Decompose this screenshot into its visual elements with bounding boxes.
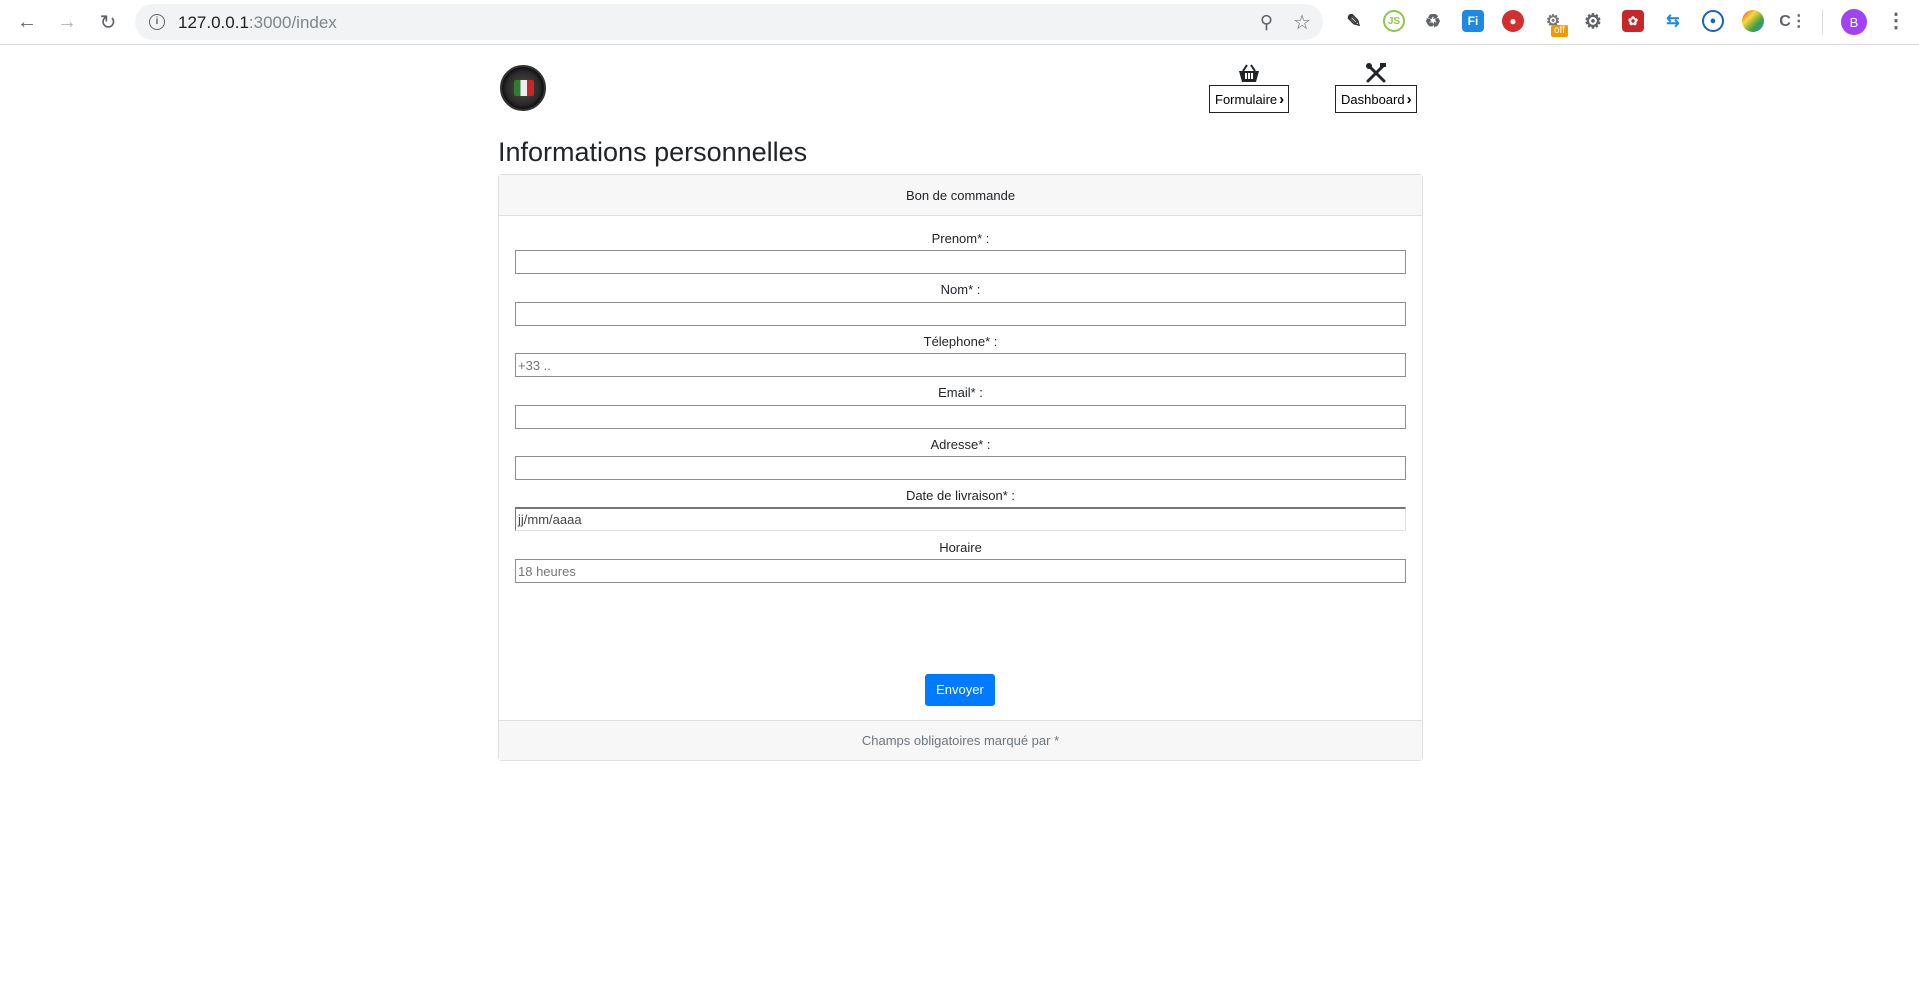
chevron-right-icon: › <box>1279 90 1285 108</box>
card-body: Prenom* : Nom* : Télephone* : Email* : A… <box>499 216 1422 720</box>
address-bar[interactable]: i 127.0.0.1:3000/index ⚲ ☆ <box>135 4 1323 40</box>
translate-icon[interactable]: ⇆ <box>1662 10 1684 32</box>
url-host: 127.0.0.1 <box>178 13 249 32</box>
card-header: Bon de commande <box>499 175 1422 216</box>
gear-icon[interactable]: ⚙ <box>1582 10 1604 33</box>
adresse-label: Adresse* : <box>930 437 991 452</box>
url-text: 127.0.0.1:3000/index <box>178 13 337 33</box>
telephone-input[interactable] <box>515 353 1406 377</box>
telephone-label: Télephone* : <box>923 334 998 349</box>
email-input[interactable] <box>515 405 1406 429</box>
profile-avatar[interactable]: B <box>1841 9 1867 35</box>
recycle-icon[interactable]: ♻ <box>1422 10 1444 32</box>
reload-icon[interactable]: ↻ <box>95 9 121 35</box>
red-puzzle-icon[interactable]: ✿ <box>1622 10 1644 32</box>
bookmark-star-icon[interactable]: ☆ <box>1293 10 1311 35</box>
formulaire-button[interactable]: Formulaire › <box>1209 85 1290 113</box>
nav-dashboard[interactable]: Dashboard › <box>1335 63 1417 113</box>
blue-circle-icon[interactable]: ● <box>1702 10 1724 32</box>
toolbar-separator <box>1822 10 1823 34</box>
formulaire-label: Formulaire <box>1215 91 1278 107</box>
nav-formulaire[interactable]: Formulaire › <box>1209 63 1290 113</box>
pencil-icon[interactable]: ✎ <box>1343 10 1365 32</box>
logo[interactable] <box>500 65 546 111</box>
nom-input[interactable] <box>515 302 1406 326</box>
chevron-right-icon: › <box>1406 90 1412 108</box>
color-picker-icon[interactable] <box>1742 10 1764 32</box>
prenom-label: Prenom* : <box>931 231 990 246</box>
c-icon[interactable]: C⋮ <box>1779 10 1807 32</box>
horaire-input[interactable] <box>515 559 1406 583</box>
browser-toolbar: ← → ↻ i 127.0.0.1:3000/index ⚲ ☆ ✎ JS ♻ … <box>0 0 1919 45</box>
browser-menu-icon[interactable]: ⋮ <box>1886 8 1906 33</box>
back-icon[interactable]: ← <box>14 9 40 35</box>
envoyer-button[interactable]: Envoyer <box>925 674 995 706</box>
zoom-icon[interactable]: ⚲ <box>1260 12 1273 33</box>
dashboard-button[interactable]: Dashboard › <box>1335 85 1417 113</box>
dashboard-label: Dashboard <box>1341 91 1405 107</box>
nodejs-icon[interactable]: JS <box>1383 10 1405 32</box>
basket-icon <box>1237 63 1261 85</box>
horaire-label: Horaire <box>939 540 982 555</box>
card-footer: Champs obligatoires marqué par * <box>499 720 1422 760</box>
extension-badge: off <box>1551 25 1568 37</box>
info-icon[interactable]: i <box>149 14 165 30</box>
forward-icon[interactable]: → <box>54 9 80 35</box>
prenom-input[interactable] <box>515 250 1406 274</box>
url-path: :3000/index <box>248 13 337 32</box>
date-livraison-label: Date de livraison* : <box>905 488 1016 503</box>
email-label: Email* : <box>938 385 983 400</box>
order-form-card: Bon de commande Prenom* : Nom* : Télepho… <box>498 174 1423 761</box>
shield-icon[interactable]: ● <box>1502 10 1524 32</box>
adresse-input[interactable] <box>515 456 1406 480</box>
nom-label: Nom* : <box>940 282 981 297</box>
tools-icon <box>1365 63 1387 85</box>
date-livraison-input[interactable]: jj/mm/aaaa <box>515 507 1406 531</box>
page-title: Informations personnelles <box>498 137 808 167</box>
fi-icon[interactable]: Fi <box>1462 10 1484 32</box>
logo-flag <box>514 80 534 96</box>
